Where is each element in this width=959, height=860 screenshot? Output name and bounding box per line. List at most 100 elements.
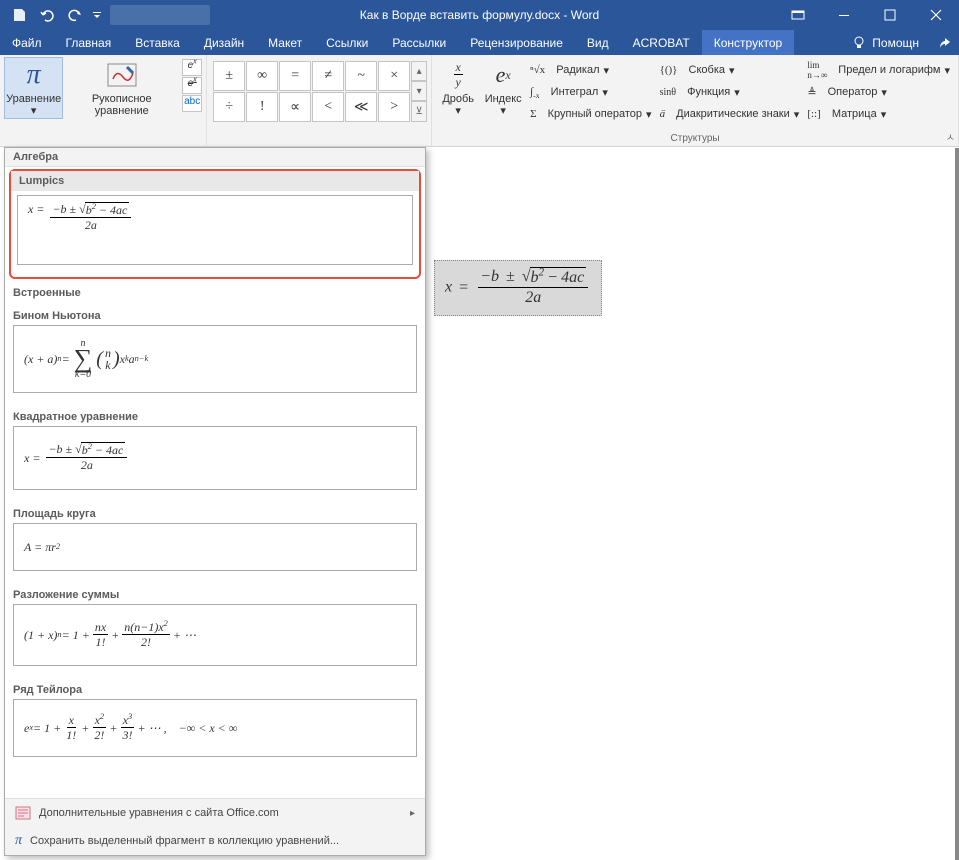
window-controls [775,0,959,30]
ink-label: Рукописное уравнение [67,93,176,117]
ribbon-options-button[interactable] [775,0,821,30]
symbols-up[interactable]: ▴ [411,61,427,81]
symbols-down[interactable]: ▾ [411,81,427,101]
tab-layout[interactable]: Макет [256,30,314,55]
large-op-icon: Σ [530,108,536,120]
scrollbar-vertical[interactable] [955,148,959,860]
function-label: Функция [687,86,730,98]
eq-circle-area[interactable]: A = πr2 [13,523,417,571]
equation-label: Уравнение [6,93,61,105]
qat-customize-button[interactable] [90,3,104,27]
diacritics-icon: ä [660,108,666,120]
symbol-fact[interactable]: ! [246,92,278,122]
ink-equation-button[interactable]: Рукописное уравнение [63,57,180,119]
gallery-footer: Дополнительные уравнения с сайта Office.… [5,798,425,855]
maximize-icon [884,9,896,21]
eq-binom[interactable]: (x + a)n = n∑k=0 (nk) xkan−k [13,325,417,393]
group-tools: π Уравнение▾ Рукописное уравнение ex ex … [0,55,207,146]
share-button[interactable] [931,30,959,55]
account-area[interactable] [110,5,210,25]
tab-references[interactable]: Ссылки [314,30,380,55]
function-icon: sinθ [660,87,676,98]
bracket-icon: {()} [660,64,678,76]
equation-button[interactable]: π Уравнение▾ [4,57,63,119]
professional-button[interactable]: ex [182,59,202,76]
symbol-grid: ± ∞ = ≠ ~ × ÷ ! ∝ < ≪ > [213,57,410,122]
share-icon [939,37,951,49]
bracket-label: Скобка [689,64,725,76]
minimize-button[interactable] [821,0,867,30]
category-circle: Площадь круга [13,500,417,523]
category-lumpics: Lumpics [11,171,419,191]
symbol-propto[interactable]: ∝ [279,92,311,122]
tab-mailings[interactable]: Рассылки [380,30,458,55]
symbol-pm[interactable]: ± [213,61,245,91]
document-equation[interactable]: x = −b ± b2 − 4ac 2a [434,260,602,316]
linear-button[interactable]: ex [182,77,202,94]
matrix-button[interactable]: [::] Матрица ▾ [803,103,954,125]
symbol-eq[interactable]: = [279,61,311,91]
minimize-icon [838,9,850,21]
save-selection-button[interactable]: π Сохранить выделенный фрагмент в коллек… [5,827,425,855]
symbol-div[interactable]: ÷ [213,92,245,122]
limit-button[interactable]: limn→∞ Предел и логарифм ▾ [803,59,954,81]
more-from-office-button[interactable]: Дополнительные уравнения с сайта Office.… [5,799,425,827]
pi-small-icon: π [15,833,22,849]
maximize-button[interactable] [867,0,913,30]
eq-2a: 2a [523,288,543,309]
symbol-lt[interactable]: < [312,92,344,122]
group-symbols: ± ∞ = ≠ ~ × ÷ ! ∝ < ≪ > ▴ ▾ ⊻ [207,55,432,146]
index-icon: ex [487,59,519,91]
eq-equals: = [459,279,468,296]
close-button[interactable] [913,0,959,30]
gallery-body[interactable]: Lumpics x = −b ± b2 − 4ac2a Встроенные Б… [5,167,425,798]
tab-constructor[interactable]: Конструктор [702,30,794,55]
save-button[interactable] [6,3,32,27]
titlebar: Как в Ворде вставить формулу.docx - Word [0,0,959,30]
symbol-inf[interactable]: ∞ [246,61,278,91]
tab-acrobat[interactable]: ACROBAT [621,30,702,55]
symbol-times[interactable]: × [378,61,410,91]
category-sum: Разложение суммы [13,581,417,604]
abc-button[interactable]: abc [182,95,202,112]
symbols-more[interactable]: ⊻ [411,101,427,122]
symbol-neq[interactable]: ≠ [312,61,344,91]
undo-button[interactable] [34,3,60,27]
symbol-tilde[interactable]: ~ [345,61,377,91]
function-button[interactable]: sinθ Функция ▾ [656,81,804,103]
lumpics-highlight-box: Lumpics x = −b ± b2 − 4ac2a [9,169,421,279]
diacritics-button[interactable]: ä Диакритические знаки ▾ [656,103,804,125]
index-button[interactable]: ex Индекс▾ [480,57,526,119]
symbol-ll[interactable]: ≪ [345,92,377,122]
eq-4ac: 4ac [561,269,584,286]
large-op-button[interactable]: Σ Крупный оператор ▾ [526,103,655,125]
tab-insert[interactable]: Вставка [123,30,192,55]
tab-review[interactable]: Рецензирование [458,30,575,55]
fraction-icon: xy [442,59,474,91]
tab-home[interactable]: Главная [54,30,124,55]
operator-button[interactable]: ≜ Оператор ▾ [803,81,954,103]
document-area[interactable]: x = −b ± b2 − 4ac 2a [434,152,955,856]
eq-lumpics-quadratic[interactable]: x = −b ± b2 − 4ac2a [17,195,413,265]
fraction-button[interactable]: xy Дробь▾ [436,57,480,119]
window-title: Как в Ворде вставить формулу.docx - Word [360,8,599,22]
tab-view[interactable]: Вид [575,30,621,55]
diacritics-label: Диакритические знаки [676,108,790,120]
tell-me[interactable]: Помощн [840,30,931,55]
bracket-button[interactable]: {()} Скобка ▾ [656,59,804,81]
more-from-office-label: Дополнительные уравнения с сайта Office.… [39,807,279,819]
radical-button[interactable]: ⁿ√x Радикал ▾ [526,59,655,81]
ribbon-collapse-button[interactable]: ㅅ [946,129,955,144]
redo-button[interactable] [62,3,88,27]
tab-file[interactable]: Файл [0,30,54,55]
eq-taylor[interactable]: ex = 1 + x1! + x22! + x33! + ⋯ , −∞ < x … [13,699,417,757]
close-icon [930,9,942,21]
eq-neg-b: −b [480,268,499,285]
integral-button[interactable]: ∫-x Интеграл ▾ [526,81,655,103]
tab-design[interactable]: Дизайн [192,30,256,55]
integral-label: Интеграл [551,86,599,98]
eq-sum-expansion[interactable]: (1 + x)n = 1 + nx1! + n(n−1)x22! + ⋯ [13,604,417,666]
tell-me-label: Помощн [872,36,919,50]
eq-quadratic[interactable]: x = −b ± b2 − 4ac2a [13,426,417,490]
symbol-gt[interactable]: > [378,92,410,122]
